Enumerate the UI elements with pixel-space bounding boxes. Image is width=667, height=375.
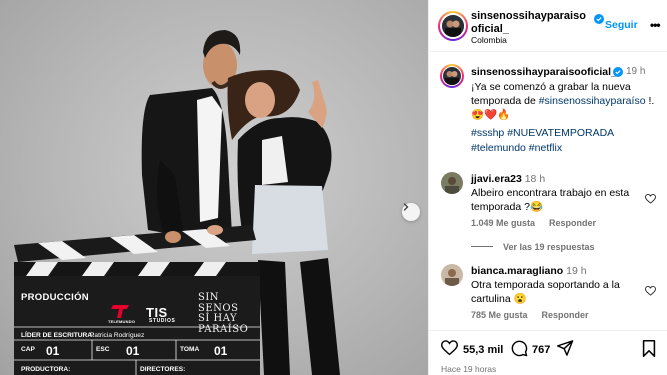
comments-count[interactable]: 767 xyxy=(532,344,550,356)
clapperboard-cap-value: 01 xyxy=(46,344,60,358)
caption-text: ¡Ya se comenzó a grabar la nueva tempora… xyxy=(471,80,661,122)
more-options-button[interactable]: ••• xyxy=(650,18,661,32)
post-image[interactable]: PRODUCCIÓN TELEMUNDO TIS STUDIOS SIN SEN… xyxy=(0,0,428,375)
hashtag-link[interactable]: #telemundo xyxy=(471,142,526,154)
comment-text: Albeiro encontrara trabajo en esta tempo… xyxy=(471,187,630,213)
comment-like-heart-icon[interactable] xyxy=(645,286,656,296)
post-location[interactable]: Colombia xyxy=(471,35,507,45)
caption-avatar-image xyxy=(443,67,461,85)
caption-avatar[interactable] xyxy=(443,67,461,85)
verified-badge-icon xyxy=(613,67,623,77)
post-header: sinsenossihayparaisooficial_ Colombia Se… xyxy=(429,0,667,52)
commenter-avatar[interactable] xyxy=(441,172,463,194)
show-title-line: SIN xyxy=(198,292,220,303)
avatar[interactable] xyxy=(442,15,464,37)
post-time-ago[interactable]: Hace 19 horas xyxy=(441,364,496,374)
comment-timestamp: 18 h xyxy=(524,173,546,185)
caption-hashtags: #ssshp #NUEVATEMPORADA #telemundo #netfl… xyxy=(471,126,661,155)
view-replies-label: Ver las 19 respuestas xyxy=(503,242,595,252)
post-action-bar: 55,3 mil 767 Hace 19 horas xyxy=(429,330,667,375)
comment-meta: 1.049 Me gusta Responder xyxy=(471,218,610,228)
hashtag-link[interactable]: #netflix xyxy=(529,142,562,154)
comment-meta: 785 Me gusta Responder xyxy=(471,310,603,320)
clapperboard-director-label: DIRECTORES: xyxy=(140,366,186,373)
likes-count[interactable]: 55,3 mil xyxy=(463,344,503,356)
clapperboard-esc-value: 01 xyxy=(126,344,140,358)
comment-header: jjavi.era23 18 h xyxy=(471,173,545,185)
comment-reply-button[interactable]: Responder xyxy=(542,310,589,320)
caption-username[interactable]: sinsenossihayparaisooficial_ xyxy=(471,66,617,78)
show-title-logo: SIN SENOS SÍ HAY PARAÍSO xyxy=(198,292,249,335)
caption-text-after: !. xyxy=(645,95,655,107)
commenter-avatar[interactable] xyxy=(441,264,463,286)
tis-studios-text: STUDIOS xyxy=(149,318,176,324)
like-heart-icon[interactable] xyxy=(441,340,458,356)
verified-badge-icon xyxy=(594,14,604,24)
caption-hashtag-link[interactable]: #sinsenossihayparaíso xyxy=(539,95,646,107)
save-bookmark-icon[interactable] xyxy=(642,340,656,357)
caption-emojis: 😍❤️🔥 xyxy=(471,109,511,121)
post-side-panel: sinsenossihayparaisooficial_ Colombia Se… xyxy=(428,0,667,375)
avatar-image xyxy=(442,15,464,37)
caption-timestamp: 19 h xyxy=(626,66,646,77)
clapperboard-writer-label: LÍDER DE ESCRITURA: xyxy=(21,332,95,339)
hashtag-link[interactable]: #NUEVATEMPORADA xyxy=(507,127,613,139)
clapperboard-producer-label: PRODUCTORA: xyxy=(21,366,71,373)
clapperboard-toma-label: TOMA xyxy=(180,346,200,353)
share-paper-plane-icon[interactable] xyxy=(557,340,574,356)
comment-reply-button[interactable]: Responder xyxy=(549,218,596,228)
show-title-line: PARAÍSO xyxy=(198,323,249,335)
chevron-right-icon xyxy=(403,203,409,211)
clapperboard-esc-label: ESC xyxy=(96,346,110,353)
show-title-line: SÍ HAY xyxy=(198,313,238,324)
comment-text: Otra temporada soportando a la cartulina… xyxy=(471,279,620,305)
comment-header: bianca.maragliano 19 h xyxy=(471,265,587,277)
post-author-username-text: sinsenossihayparaisooficial_ xyxy=(471,10,586,35)
comment-timestamp: 19 h xyxy=(566,265,587,277)
clapperboard-production-label: PRODUCCIÓN xyxy=(21,292,89,303)
clapperboard-toma-value: 01 xyxy=(214,344,228,358)
telemundo-logo-text: TELEMUNDO xyxy=(108,319,136,324)
comment-likes[interactable]: 1.049 Me gusta xyxy=(471,218,535,228)
clapperboard-cap-label: CAP xyxy=(21,346,35,353)
comment-like-heart-icon[interactable] xyxy=(645,194,656,204)
comment-username[interactable]: bianca.maragliano xyxy=(471,265,563,277)
post-author-username[interactable]: sinsenossihayparaisooficial_ xyxy=(471,10,589,36)
commenter-avatar-image xyxy=(441,264,463,286)
follow-button[interactable]: Seguir xyxy=(605,19,638,31)
comment-likes[interactable]: 785 Me gusta xyxy=(471,310,528,320)
clapperboard-writer-name: Patricia Rodríguez xyxy=(90,332,145,339)
replies-divider xyxy=(471,246,493,247)
hashtag-link[interactable]: #ssshp xyxy=(471,127,504,139)
next-image-button[interactable] xyxy=(402,203,420,221)
comment-bubble-icon[interactable] xyxy=(511,340,528,357)
view-replies-button[interactable]: Ver las 19 respuestas xyxy=(471,242,595,252)
commenter-avatar-image xyxy=(441,172,463,194)
comment-username[interactable]: jjavi.era23 xyxy=(471,173,522,185)
